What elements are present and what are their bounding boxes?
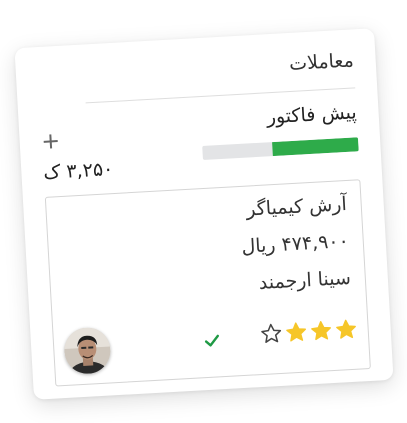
plus-icon[interactable] [41,132,60,151]
star-filled-icon[interactable] [309,319,333,343]
progress-fill [272,137,359,157]
star-filled-icon[interactable] [334,318,358,342]
title-divider [85,87,356,104]
star-empty-icon[interactable] [259,322,283,346]
card-title: معاملات [288,49,355,75]
deals-card: معاملات پیش فاکتور ۳,۲۵۰ ک آرش کیمیاگر ۴… [14,28,394,400]
star-filled-icon[interactable] [284,320,308,344]
stage-name: پیش فاکتور [266,101,358,129]
stage: معاملات پیش فاکتور ۳,۲۵۰ ک آرش کیمیاگر ۴… [0,0,407,423]
deal-contact: سینا ارجمند [258,266,352,295]
deal-item[interactable]: آرش کیمیاگر ۴۷۴,۹۰۰ ریال سینا ارجمند [44,179,371,387]
deal-amount: ۴۷۴,۹۰۰ ریال [240,229,350,258]
avatar[interactable] [63,326,112,375]
deal-name: آرش کیمیاگر [245,193,348,221]
progress-bar [202,137,359,160]
total-amount: ۳,۲۵۰ ک [42,158,114,184]
check-icon [204,334,220,347]
rating-stars [259,318,358,346]
